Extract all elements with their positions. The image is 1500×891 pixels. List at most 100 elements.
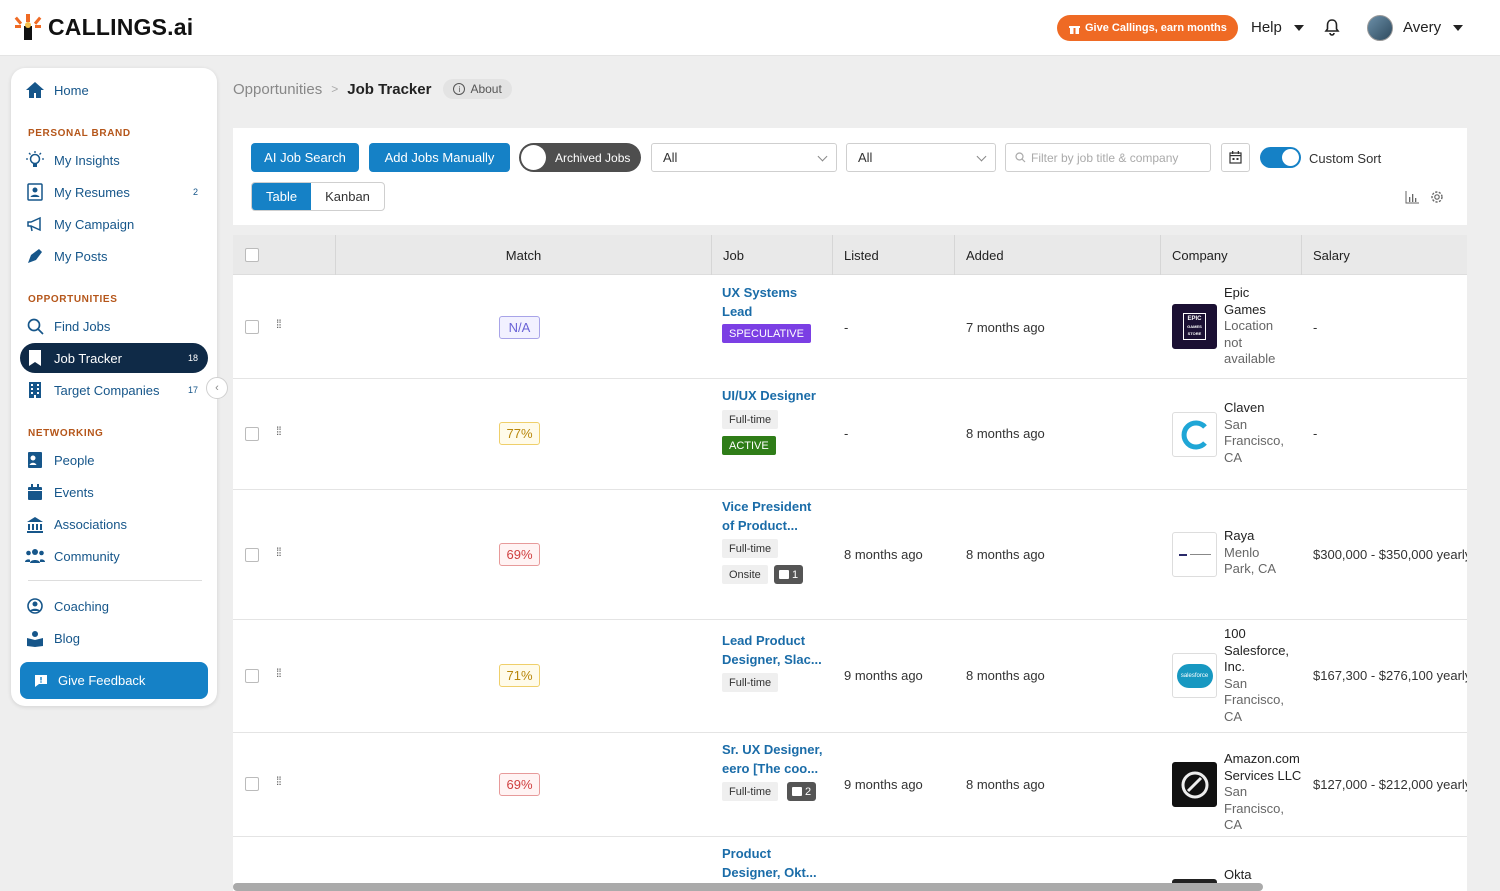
about-button[interactable]: i About (443, 79, 512, 99)
custom-sort-toggle[interactable] (1260, 147, 1301, 168)
company-name-line: Raya (1224, 528, 1255, 543)
archived-jobs-toggle[interactable]: Archived Jobs (519, 143, 641, 172)
gear-icon[interactable] (1429, 189, 1445, 210)
drag-handle-icon[interactable]: ⁞⁞ (276, 546, 282, 558)
give-feedback-button[interactable]: Give Feedback (20, 662, 208, 699)
home-icon (25, 80, 45, 100)
job-title-link[interactable]: UX Systems Lead (722, 283, 827, 321)
job-title-link[interactable]: Product Designer, Okt... (722, 844, 832, 882)
notes-count: 2 (805, 785, 812, 798)
row-checkbox[interactable] (245, 777, 259, 791)
chevron-down-icon (976, 151, 987, 162)
company-info: Raya Menlo Park, CA (1224, 528, 1299, 578)
company-logo-raya (1172, 532, 1217, 577)
sidebar-item-find-jobs[interactable]: Find Jobs (20, 311, 208, 341)
sidebar-item-community[interactable]: Community (20, 541, 208, 571)
help-menu[interactable]: Help (1251, 19, 1304, 36)
job-title-link[interactable]: Sr. UX Designer, eero [The coo... (722, 740, 832, 778)
collapse-sidebar-button[interactable]: ‹ (206, 377, 228, 399)
gift-icon (1069, 23, 1080, 34)
logo-text: CALLINGS.ai (48, 13, 194, 40)
status-filter-select[interactable]: All (651, 143, 837, 172)
job-title-link[interactable]: Lead Product Designer, Slac... (722, 631, 832, 669)
location-line: Menlo (1224, 544, 1260, 560)
search-icon (1015, 152, 1026, 163)
search-input[interactable]: Filter by job title & company (1005, 143, 1211, 172)
job-title-line: Product (722, 846, 772, 861)
breadcrumb-opportunities[interactable]: Opportunities (233, 81, 322, 98)
chevron-left-icon: ‹ (215, 382, 219, 394)
user-name: Avery (1403, 19, 1442, 36)
sidebar-item-my-insights[interactable]: My Insights (20, 145, 208, 175)
select-all-checkbox[interactable] (245, 248, 259, 262)
header-salary[interactable]: Salary (1301, 235, 1467, 275)
sidebar-item-my-posts[interactable]: My Posts (20, 241, 208, 271)
promo-button[interactable]: Give Callings, earn months (1057, 15, 1238, 41)
sidebar-item-people[interactable]: People (20, 445, 208, 475)
job-type-tag: Full-time (722, 782, 779, 801)
user-menu[interactable]: Avery (1403, 19, 1464, 36)
logo-icon (14, 14, 42, 40)
notes-badge[interactable]: 2 (787, 782, 817, 801)
table-header: Match Job Listed Added Company Salary (233, 235, 1467, 275)
date-filter-button[interactable] (1221, 143, 1250, 172)
drag-handle-icon[interactable]: ⁞⁞ (276, 667, 282, 679)
drag-handle-icon[interactable]: ⁞⁞ (276, 775, 282, 787)
promo-label: Give Callings, earn months (1085, 22, 1227, 34)
header-listed[interactable]: Listed (832, 235, 954, 275)
callings-logo[interactable]: CALLINGS.ai (14, 13, 193, 41)
horizontal-scrollbar[interactable] (233, 883, 1263, 891)
select-value: All (858, 150, 873, 165)
sidebar-item-my-resumes[interactable]: My Resumes 2 (20, 177, 208, 207)
sidebar-item-job-tracker[interactable]: Job Tracker 18 (20, 343, 208, 373)
table-row[interactable]: ⁞⁞ 71% Lead Product Designer, Slac... Ful… (233, 620, 1467, 733)
sidebar-item-associations[interactable]: Associations (20, 509, 208, 539)
table-row[interactable]: ⁞⁞ 77% UI/UX Designer Full-time ACTIVE -… (233, 379, 1467, 490)
type-filter-select[interactable]: All (846, 143, 996, 172)
location-line: available (1224, 351, 1276, 366)
salary-value: - (1313, 320, 1318, 335)
notes-badge[interactable]: 1 (774, 565, 804, 584)
lightbulb-icon (25, 150, 45, 170)
chevron-down-icon (1453, 24, 1464, 31)
table-row[interactable]: ⁞⁞ 69% Vice President of Product... Full-… (233, 490, 1467, 620)
row-checkbox[interactable] (245, 320, 259, 334)
help-label: Help (1251, 19, 1282, 36)
logo-text: EPIC (1187, 316, 1202, 322)
job-title-link[interactable]: Vice President of Product... (722, 497, 832, 535)
drag-handle-icon[interactable]: ⁞⁞ (276, 425, 282, 437)
toggle-knob (1282, 149, 1299, 166)
row-checkbox[interactable] (245, 427, 259, 441)
sidebar-item-my-campaign[interactable]: My Campaign (20, 209, 208, 239)
job-title-line: Vice President (722, 499, 812, 514)
header-job[interactable]: Job (711, 235, 832, 275)
sidebar-item-coaching[interactable]: Coaching (20, 591, 208, 621)
job-title-link[interactable]: UI/UX Designer (722, 386, 832, 405)
reader-icon (25, 628, 45, 648)
avatar[interactable] (1367, 15, 1393, 41)
company-info: Okta (1224, 867, 1299, 884)
sidebar-item-blog[interactable]: Blog (20, 623, 208, 653)
row-checkbox[interactable] (245, 548, 259, 562)
calendar-icon (1229, 151, 1242, 164)
add-jobs-manually-button[interactable]: Add Jobs Manually (369, 143, 510, 172)
header-added[interactable]: Added (954, 235, 1160, 275)
sidebar-item-target-companies[interactable]: Target Companies 17 (20, 375, 208, 405)
sidebar-item-home[interactable]: Home (20, 75, 208, 105)
toggle-knob (521, 145, 546, 170)
tab-table[interactable]: Table (252, 183, 312, 210)
salary-value: $167,300 - $276,100 yearly (1313, 668, 1467, 683)
drag-handle-icon[interactable]: ⁞⁞ (276, 318, 282, 330)
header-company[interactable]: Company (1160, 235, 1301, 275)
breadcrumb: Opportunities > Job Tracker i About (233, 79, 512, 99)
bar-chart-icon[interactable] (1405, 190, 1419, 209)
location-line: Park, CA (1224, 561, 1277, 576)
sidebar-item-events[interactable]: Events (20, 477, 208, 507)
table-row[interactable]: ⁞⁞ N/A UX Systems Lead SPECULATIVE - 7 mo… (233, 275, 1467, 379)
tab-kanban[interactable]: Kanban (311, 183, 384, 210)
header-match[interactable]: Match (335, 235, 711, 275)
row-checkbox[interactable] (245, 669, 259, 683)
bell-icon[interactable] (1324, 18, 1340, 41)
ai-job-search-button[interactable]: AI Job Search (251, 143, 359, 172)
table-row[interactable]: ⁞⁞ 69% Sr. UX Designer, eero [The coo... … (233, 733, 1467, 837)
